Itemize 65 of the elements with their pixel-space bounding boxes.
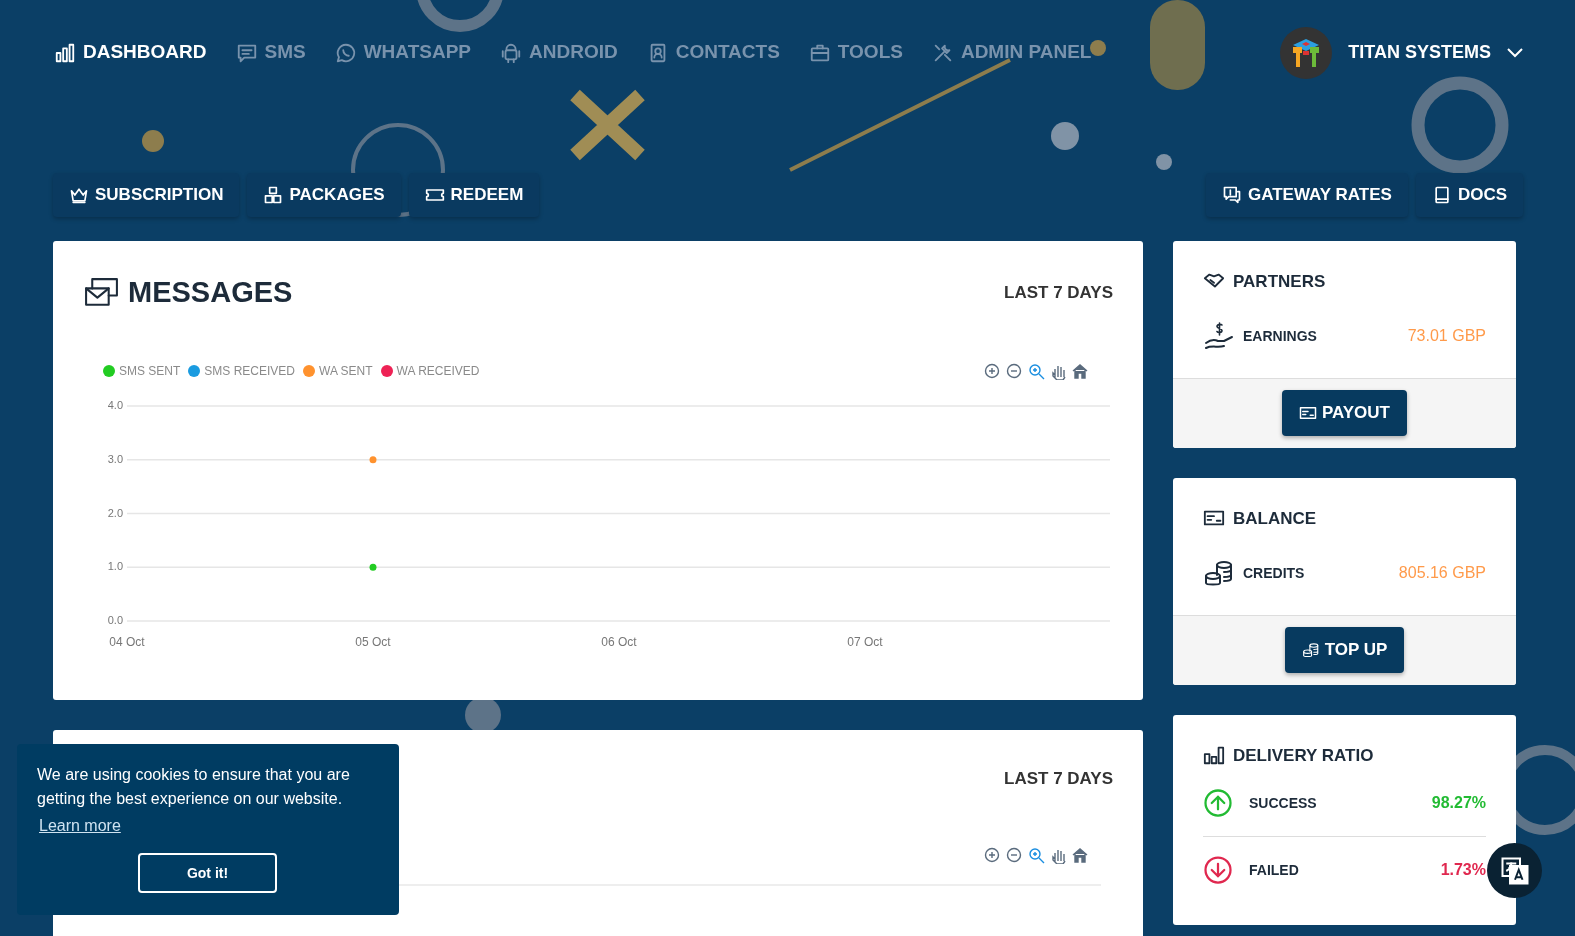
cookie-message: We are using cookies to ensure that you are getting the best experience on our website. <box>37 765 351 809</box>
account-name[interactable]: TITAN SYSTEMS <box>1348 39 1491 66</box>
legend-label[interactable]: WA RECEIVED <box>396 362 480 380</box>
home-icon[interactable] <box>1071 362 1089 380</box>
magnifier-icon[interactable] <box>1027 846 1045 864</box>
axis-tick-label: 2.0 <box>107 506 123 519</box>
card-title: DELIVERY RATIO <box>1233 744 1374 767</box>
zoom-out-icon[interactable] <box>1005 362 1023 380</box>
toolbar-button[interactable]: GATEWAY RATES <box>1205 173 1408 217</box>
card-title: PARTNERS <box>1233 270 1326 293</box>
decor-dot <box>465 697 501 733</box>
accept-button[interactable]: Got it! <box>138 853 277 893</box>
data-point <box>369 563 377 571</box>
axis-tick-label: 06 Oct <box>601 635 637 649</box>
zoom-out-icon[interactable] <box>1005 846 1023 864</box>
action-button[interactable]: TOP UP <box>1284 627 1405 673</box>
legend-label[interactable]: SMS SENT <box>119 362 181 380</box>
toolbar-button[interactable]: SUBSCRIPTION <box>53 173 240 217</box>
magnifier-icon[interactable] <box>1027 362 1045 380</box>
amount-value: 73.01 GBP <box>1407 326 1486 346</box>
toolbar-button[interactable]: REDEEM <box>408 173 540 217</box>
boxes-icon <box>263 184 284 205</box>
home-icon[interactable] <box>1071 846 1089 864</box>
axis-tick-label: 3.0 <box>107 452 123 465</box>
card-title: BALANCE <box>1233 507 1317 530</box>
zoom-in-icon[interactable] <box>983 846 1001 864</box>
axis-tick-label: 04 Oct <box>109 635 145 649</box>
status-label: FAILED <box>1249 860 1299 880</box>
axis-tick-label: 1.0 <box>107 560 123 573</box>
status-label: SUCCESS <box>1249 793 1317 813</box>
row-label: CREDITS <box>1243 563 1305 583</box>
legend-label[interactable]: WA SENT <box>319 362 373 380</box>
chevron-down-icon[interactable] <box>1507 47 1523 58</box>
axis-tick-label: 05 Oct <box>355 635 391 649</box>
axis-tick-label: 4.0 <box>107 399 123 411</box>
row-label: EARNINGS <box>1243 326 1317 346</box>
zoom-in-icon[interactable] <box>983 362 1001 380</box>
decor-dot <box>1090 40 1106 56</box>
robot-icon <box>499 41 523 64</box>
toolbar-button[interactable]: PACKAGES <box>247 173 401 217</box>
amount-value: 805.16 GBP <box>1398 563 1486 583</box>
decor-dot <box>1051 122 1079 150</box>
action-button[interactable]: PAYOUT <box>1282 390 1407 436</box>
percent-value: 98.27% <box>1431 793 1486 813</box>
bar-chart-icon <box>1203 744 1225 767</box>
arrow-up-circle-icon <box>1203 788 1233 818</box>
nav-link[interactable]: DASHBOARD <box>53 38 221 67</box>
percent-value: 1.73% <box>1440 860 1486 880</box>
period-label: LAST 7 DAYS <box>1004 767 1113 790</box>
money-hand-icon <box>1203 320 1235 352</box>
coins-icon <box>1301 640 1320 659</box>
axis-tick-label: 0.0 <box>107 614 123 626</box>
bar-chart-icon <box>53 41 77 64</box>
decor-dot <box>1156 154 1172 170</box>
period-label: LAST 7 DAYS <box>1004 281 1113 304</box>
arrow-down-circle-icon <box>1203 855 1233 885</box>
card-title: MESSAGES <box>128 274 293 310</box>
decor-dot <box>142 130 164 152</box>
legend-label[interactable]: SMS RECEIVED <box>204 362 296 380</box>
price-chat-icon <box>1221 184 1242 205</box>
translate-icon <box>1499 855 1530 886</box>
learn-more-link[interactable]: Learn more <box>39 814 121 838</box>
toolbar-button[interactable]: DOCS <box>1415 173 1523 217</box>
axis-tick-label: 07 Oct <box>847 635 883 649</box>
data-point <box>369 456 377 464</box>
